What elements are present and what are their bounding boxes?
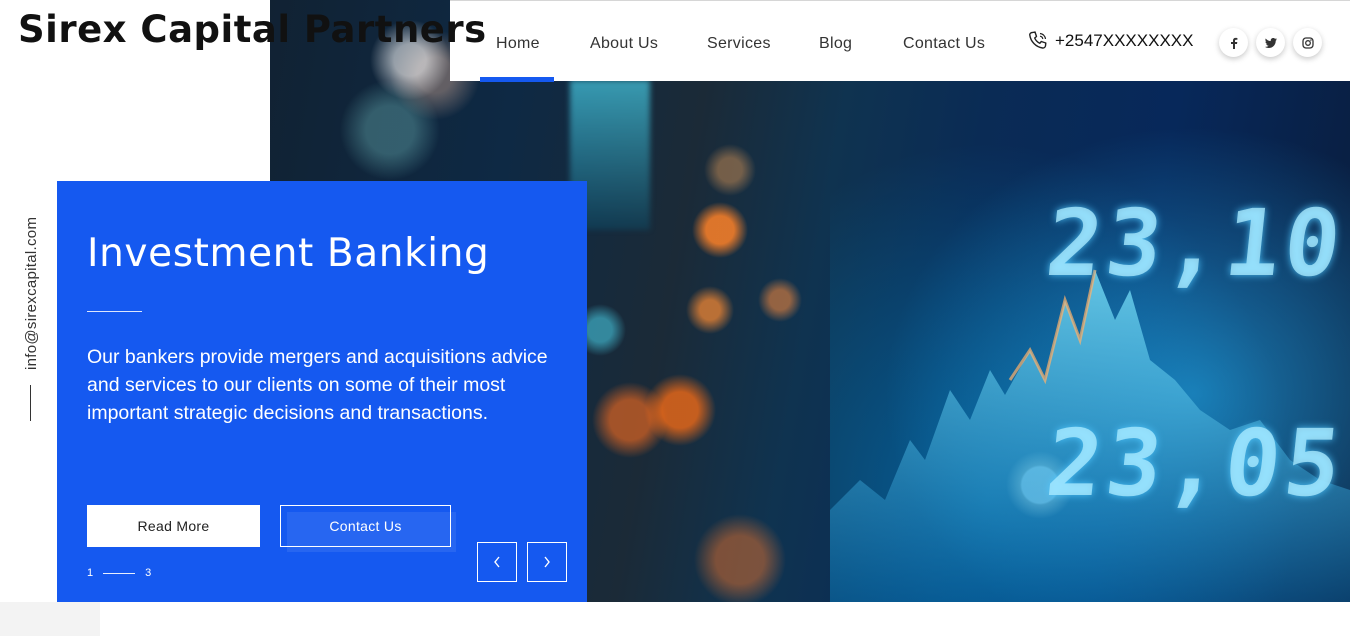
nav-home[interactable]: Home bbox=[496, 35, 540, 53]
pager-total: 3 bbox=[145, 567, 152, 579]
phone-contact[interactable]: +2547XXXXXXXX bbox=[1026, 29, 1193, 53]
active-nav-indicator bbox=[480, 77, 554, 82]
pager-current: 1 bbox=[87, 567, 94, 579]
nav-services[interactable]: Services bbox=[707, 35, 771, 53]
hero-title: Investment Banking bbox=[87, 231, 490, 276]
twitter-icon[interactable] bbox=[1256, 28, 1285, 57]
footer-strip bbox=[0, 602, 100, 636]
nav-about-us[interactable]: About Us bbox=[590, 35, 658, 53]
phone-number: +2547XXXXXXXX bbox=[1055, 31, 1194, 50]
contact-us-label: Contact Us bbox=[329, 518, 402, 534]
phone-icon bbox=[1029, 31, 1047, 49]
ticker-digits-top: 23,10 bbox=[1041, 190, 1350, 297]
chevron-right-icon bbox=[544, 556, 550, 568]
side-divider bbox=[30, 385, 31, 421]
contact-us-button[interactable]: Contact Us bbox=[280, 505, 456, 552]
hero-card: Investment Banking Our bankers provide m… bbox=[57, 181, 587, 602]
social-links bbox=[1219, 28, 1322, 57]
nav-contact-us[interactable]: Contact Us bbox=[903, 35, 985, 53]
read-more-button[interactable]: Read More bbox=[87, 505, 260, 547]
prev-slide-button[interactable] bbox=[477, 542, 517, 582]
ticker-digits-bottom: 23,05 bbox=[1041, 410, 1350, 517]
site-logo[interactable]: Sirex Capital Partners bbox=[18, 8, 487, 51]
instagram-icon[interactable] bbox=[1293, 28, 1322, 57]
nav-blog[interactable]: Blog bbox=[819, 35, 852, 53]
pager-bar bbox=[103, 572, 136, 574]
side-email-link[interactable]: info@sirexcapital.com bbox=[23, 217, 40, 370]
title-divider bbox=[87, 311, 142, 312]
facebook-icon[interactable] bbox=[1219, 28, 1248, 57]
hero-description: Our bankers provide mergers and acquisit… bbox=[87, 346, 548, 424]
top-navigation: Home About Us Services Blog Contact Us +… bbox=[450, 0, 1350, 82]
chevron-left-icon bbox=[494, 556, 500, 568]
slide-pager: 1 3 bbox=[87, 567, 151, 579]
next-slide-button[interactable] bbox=[527, 542, 567, 582]
